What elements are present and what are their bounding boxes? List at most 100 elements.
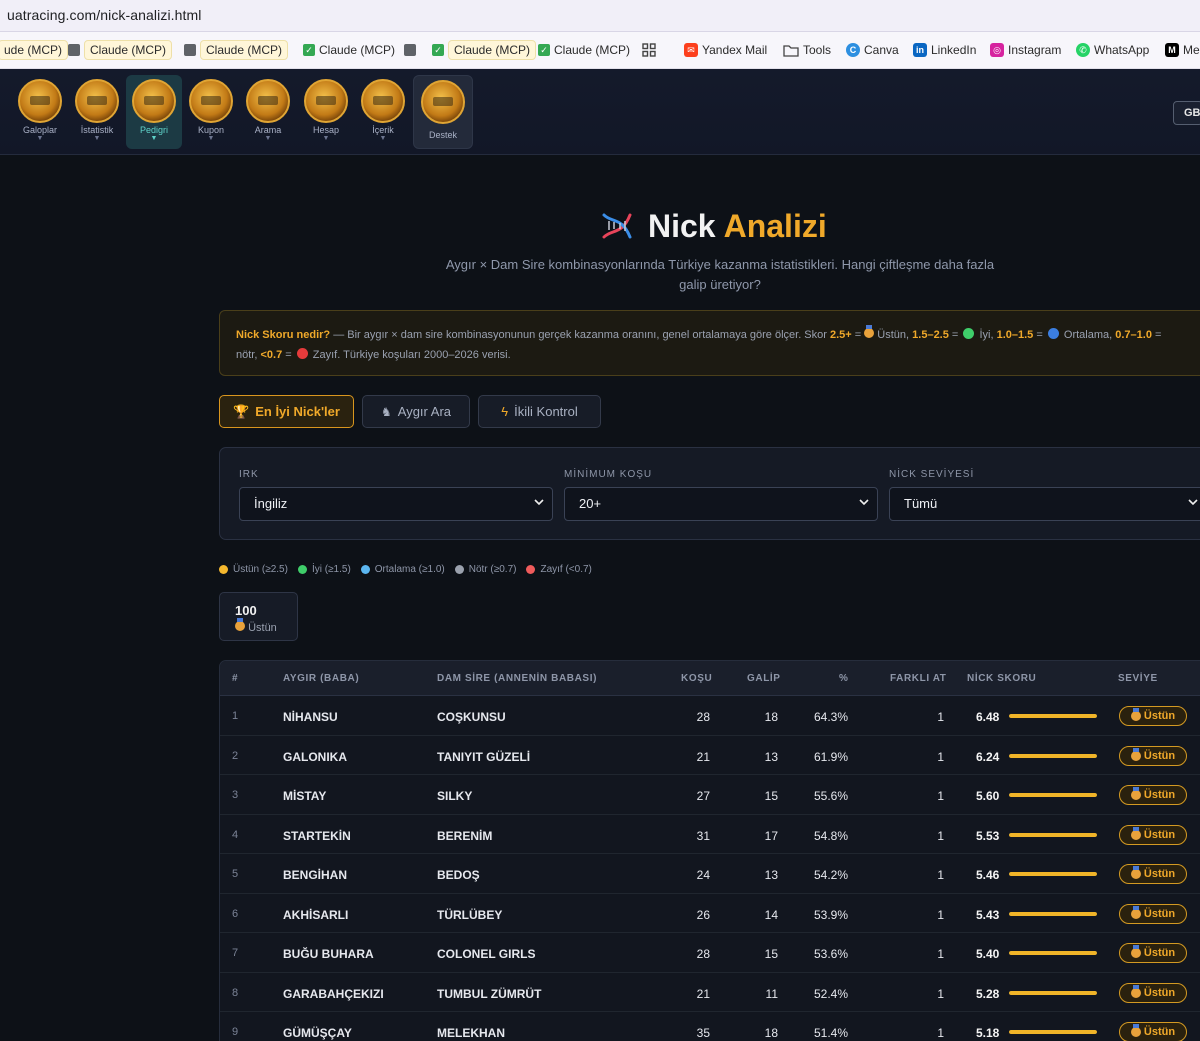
bookmark-12[interactable]: ✆ WhatsApp	[1076, 40, 1149, 60]
col-wins[interactable]: GALİP	[747, 673, 781, 684]
tab-label: Aygır Ara	[397, 404, 451, 419]
label-ustun: Üstün,	[874, 329, 913, 341]
sire-name[interactable]: GÜMÜŞÇAY	[283, 1026, 352, 1040]
runs-value: 24	[696, 868, 710, 882]
medal-icon	[1130, 1024, 1141, 1037]
bookmark-11[interactable]: ◎ Instagram	[990, 40, 1061, 60]
bookmark-10[interactable]: in LinkedIn	[913, 40, 976, 60]
tab-search-sire[interactable]: ♞ Aygır Ara	[362, 395, 470, 428]
table-row[interactable]: 2 GALONIKA TANIYIT GÜZELİ 21 13 61.9% 1 6.24 Üst…	[220, 736, 1200, 775]
sire-name[interactable]: NİHANSU	[283, 710, 338, 724]
col-level[interactable]: SEVİYE	[1118, 673, 1158, 684]
table-row[interactable]: 9 GÜMÜŞÇAY MELEKHAN 35 18 51.4% 1 5.18 Üstün	[220, 1012, 1200, 1041]
score-value: 5.53	[976, 828, 1000, 843]
damsire-name[interactable]: TUMBUL ZÜMRÜT	[437, 987, 541, 1001]
tab-best-nicks[interactable]: 🏆 En İyi Nick'ler	[219, 395, 354, 428]
blue-dot-icon	[360, 565, 370, 574]
damsire-name[interactable]: COŞKUNSU	[437, 710, 506, 724]
tab-pair-check[interactable]: ϟ İkili Kontrol	[478, 395, 601, 428]
table-row[interactable]: 5 BENGİHAN BEDOŞ 24 13 54.2% 1 5.46 Üstün	[220, 854, 1200, 894]
bookmark-9[interactable]: C Canva	[846, 40, 899, 60]
sire-name[interactable]: STARTEKİN	[283, 829, 351, 843]
table-row[interactable]: 8 GARABAHÇEKIZI TUMBUL ZÜMRÜT 21 11 52.4% 1 5.2…	[220, 973, 1200, 1012]
bookmark-4[interactable]	[404, 40, 416, 60]
min-runs-select[interactable]: 20+	[564, 487, 878, 521]
nav-label: Pedigri	[139, 125, 168, 135]
summary-label: Üstün	[248, 622, 277, 634]
bookmark-13[interactable]: M Me	[1165, 40, 1200, 60]
pct-value: 51.4%	[813, 1026, 848, 1040]
table-row[interactable]: 7 BUĞU BUHARA COLONEL GIRLS 28 15 53.6% 1 5.40 Ü…	[220, 933, 1200, 973]
col-pct[interactable]: %	[839, 673, 849, 684]
sire-name[interactable]: GARABAHÇEKIZI	[283, 987, 384, 1001]
damsire-name[interactable]: TANIYIT GÜZELİ	[437, 750, 530, 764]
browser-url-bar[interactable]: uatracing.com/nick-analizi.html	[0, 0, 1200, 32]
bookmark-7[interactable]: ✉ Yandex Mail	[684, 40, 767, 60]
bookmark-3[interactable]: ✓ Claude (MCP)	[303, 40, 395, 60]
url-text[interactable]: uatracing.com/nick-analizi.html	[7, 7, 202, 23]
bookmark-5[interactable]: ✓ Claude (MCP)	[432, 40, 537, 60]
score-bar-fill	[1009, 951, 1097, 955]
nav-item-hesap[interactable]: Hesap ▼	[298, 75, 354, 149]
damsire-name[interactable]: SILKY	[437, 789, 472, 803]
nav-label: İçerik	[372, 125, 394, 135]
table-row[interactable]: 4 STARTEKİN BERENİM 31 17 54.8% 1 5.53 Üstün	[220, 815, 1200, 854]
col-damsire[interactable]: DAM SİRE (ANNENİN BABASI)	[437, 673, 597, 684]
sire-name[interactable]: BUĞU BUHARA	[283, 947, 374, 961]
content-badge-icon	[361, 79, 405, 123]
level-select[interactable]: Tümü	[889, 487, 1200, 521]
bookmark-0[interactable]: ude (MCP)	[0, 40, 69, 60]
apps-grid-button[interactable]	[642, 40, 656, 60]
nav-label: Kupon	[197, 125, 225, 135]
nav-item-istatistik[interactable]: İstatistik ▼	[69, 75, 125, 149]
sire-name[interactable]: GALONIKA	[283, 750, 347, 764]
sire-name[interactable]: AKHİSARLI	[283, 908, 348, 922]
level-label: Üstün	[1143, 710, 1176, 722]
title-accent: Analizi	[723, 207, 827, 244]
nav-item-icerik[interactable]: İçerik ▼	[355, 75, 411, 149]
galop-badge-icon	[18, 79, 62, 123]
nav-item-partial[interactable]	[0, 75, 6, 149]
table-row[interactable]: 1 NİHANSU COŞKUNSU 28 18 64.3% 1 6.48 Üstün	[220, 696, 1200, 736]
bolt-icon: ϟ	[501, 404, 509, 419]
damsire-name[interactable]: BERENİM	[437, 829, 492, 843]
table-row[interactable]: 3 MİSTAY SILKY 27 15 55.6% 1 5.60 Üstün	[220, 775, 1200, 815]
damsire-name[interactable]: COLONEL GIRLS	[437, 947, 535, 961]
pct-value: 54.2%	[813, 868, 848, 882]
col-diff[interactable]: FARKLI AT	[890, 673, 947, 684]
sire-name[interactable]: MİSTAY	[283, 789, 326, 803]
bookmark-8[interactable]: Tools	[783, 40, 831, 60]
nav-item-pedigri[interactable]: Pedigri ▼	[126, 75, 182, 149]
medal-icon	[1130, 905, 1141, 919]
bookmark-2[interactable]: Claude (MCP)	[184, 40, 289, 60]
pct-value: 53.6%	[813, 947, 848, 961]
irk-select[interactable]: İngiliz	[239, 487, 553, 521]
chevron-down-icon	[534, 499, 544, 506]
info-box: Nick Skoru nedir? — Bir aygır × dam sire…	[219, 310, 1200, 376]
damsire-name[interactable]: MELEKHAN	[437, 1026, 505, 1040]
nav-item-destek[interactable]: Destek	[413, 75, 473, 149]
gray-dot-icon	[454, 565, 464, 574]
damsire-name[interactable]: BEDOŞ	[437, 868, 480, 882]
level-badge: Üstün	[1119, 982, 1187, 1003]
sire-name[interactable]: BENGİHAN	[283, 868, 347, 882]
nav-label: Arama	[254, 125, 282, 135]
table-row[interactable]: 6 AKHİSARLI TÜRLÜBEY 26 14 53.9% 1 5.43 Üstün	[220, 894, 1200, 933]
nav-item-kupon[interactable]: Kupon ▼	[183, 75, 239, 149]
nav-label: İstatistik	[80, 125, 114, 135]
bookmark-1[interactable]: Claude (MCP)	[68, 40, 173, 60]
col-sire[interactable]: AYGIR (BABA)	[283, 673, 359, 684]
bookmark-6[interactable]: ✓ Claude (MCP)	[538, 40, 630, 60]
col-score[interactable]: NİCK SKORU	[967, 673, 1036, 684]
language-button[interactable]: GB	[1173, 101, 1200, 125]
score-bar	[1009, 990, 1097, 995]
col-runs[interactable]: KOŞU	[681, 673, 712, 684]
nav-item-galoplar[interactable]: Galoplar ▼	[12, 75, 68, 149]
legend-notr: Nötr (≥0.7)	[454, 564, 516, 575]
linkedin-icon: in	[913, 43, 927, 57]
nav-item-arama[interactable]: Arama ▼	[240, 75, 296, 149]
chevron-down-icon: ▼	[264, 135, 272, 142]
damsire-name[interactable]: TÜRLÜBEY	[437, 908, 502, 922]
score-value: 6.48	[976, 710, 1000, 724]
stats-badge-icon	[75, 79, 119, 123]
